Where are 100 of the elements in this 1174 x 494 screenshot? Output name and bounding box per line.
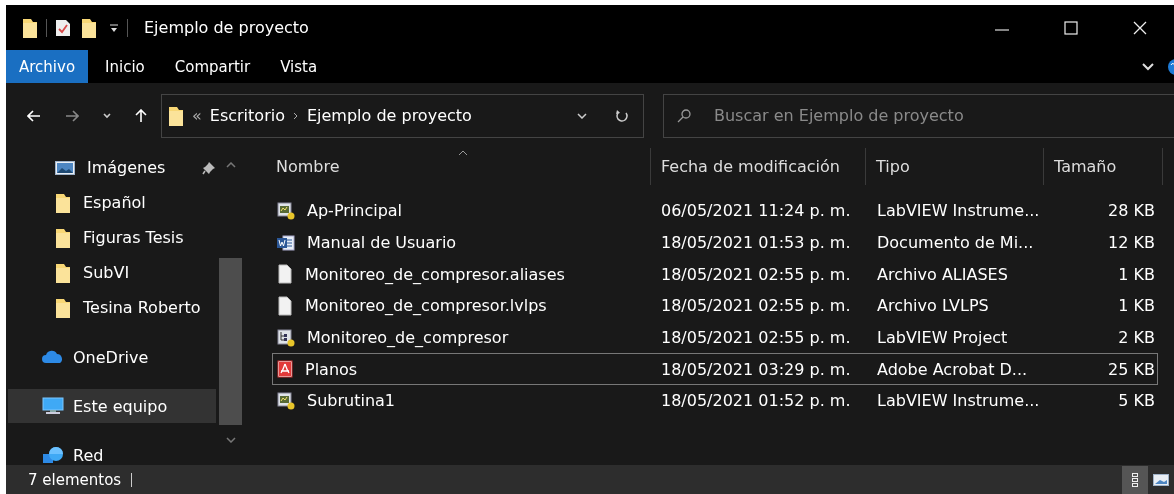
breadcrumb-item[interactable]: Ejemplo de proyecto	[306, 106, 472, 125]
details-list-icon	[1132, 472, 1138, 487]
folder-icon	[168, 104, 184, 127]
folder-icon	[55, 261, 71, 284]
file-size: 28 KB	[1107, 201, 1156, 221]
file-row[interactable]: Manual de Usuario 18/05/2021 01:53 p. m. Documento de Mi... 12 KB	[272, 226, 1158, 259]
computer-icon	[42, 397, 64, 415]
file-type: Archivo LVLPS	[876, 296, 990, 316]
close-icon[interactable]	[1133, 20, 1147, 35]
scroll-up-icon	[226, 162, 236, 168]
sidebar-item[interactable]: Tesina Roberto	[8, 290, 216, 325]
file-size: 12 KB	[1107, 233, 1156, 253]
folder-icon	[55, 226, 71, 249]
sidebar-label: OneDrive	[73, 347, 149, 367]
sidebar-item[interactable]: Este equipo	[8, 389, 216, 423]
file-name: Monitoreo_de_compresor.aliases	[305, 264, 565, 284]
column-header[interactable]: Tamaño	[1044, 148, 1163, 185]
item-count: 7 elementos	[28, 470, 122, 489]
sidebar-label: Tesina Roberto	[83, 298, 201, 317]
pdf-file-icon	[277, 360, 293, 379]
chevron-right-icon	[292, 111, 299, 120]
modified-date: 18/05/2021 01:52 p. m.	[660, 391, 852, 411]
sidebar-label: Red	[73, 445, 104, 465]
modified-date: 18/05/2021 01:53 p. m.	[660, 233, 852, 253]
details-view-button[interactable]	[1122, 465, 1148, 494]
sidebar-item[interactable]: Figuras Tesis	[8, 220, 216, 255]
back-arrow-icon[interactable]	[27, 109, 41, 122]
word-document-icon	[277, 234, 295, 251]
recent-dropdown-icon[interactable]	[103, 112, 111, 119]
folder-icon	[55, 191, 71, 214]
file-type: LabVIEW Instrume...	[876, 391, 1041, 411]
sidebar-item[interactable]: SubVI	[8, 255, 216, 290]
file-row[interactable]: Subrutina1 18/05/2021 01:52 p. m. LabVIEW Instrume... 5 KB	[272, 385, 1158, 417]
breadcrumb-item[interactable]: Escritorio	[209, 106, 285, 125]
search-icon	[677, 108, 691, 123]
blank-file-icon	[277, 264, 293, 285]
file-row[interactable]: Ap-Principal 06/05/2021 11:24 p. m. LabVIEW Instrume... 28 KB	[272, 195, 1158, 227]
sidebar-item[interactable]: Imágenes	[8, 150, 216, 185]
file-row[interactable]: Monitoreo_de_compresor 18/05/2021 02:55 p. m. LabVIEW Project 2 KB	[272, 321, 1158, 354]
folder-icon	[22, 16, 38, 39]
file-row[interactable]: Monitoreo_de_compresor.lvlps 18/05/2021 02:55 p. m. Archivo LVLPS 1 KB	[272, 290, 1158, 322]
folder-icon	[55, 296, 71, 319]
scroll-down-icon	[226, 437, 236, 443]
column-header[interactable]: Fecha de modificación	[650, 148, 866, 185]
sidebar-label: SubVI	[83, 263, 130, 282]
modified-date: 06/05/2021 11:24 p. m.	[660, 201, 852, 221]
file-size: 1 KB	[1117, 296, 1156, 316]
file-size: 1 KB	[1117, 264, 1156, 284]
blank-file-icon	[277, 295, 293, 316]
sidebar-item[interactable]: Español	[8, 185, 216, 220]
forward-arrow-icon[interactable]	[65, 109, 79, 122]
file-name: Monitoreo_de_compresor.lvlps	[305, 296, 547, 316]
file-type: LabVIEW Project	[876, 328, 1009, 348]
sidebar-item[interactable]: OneDrive	[8, 340, 216, 374]
refresh-icon[interactable]	[615, 108, 629, 123]
modified-date: 18/05/2021 03:29 p. m.	[660, 359, 852, 379]
file-type: Adobe Acrobat D...	[876, 359, 1029, 379]
sidebar-label: Imágenes	[87, 158, 166, 177]
sidebar-label: Este equipo	[73, 396, 168, 416]
file-type: Documento de Mi...	[876, 233, 1035, 253]
file-type: LabVIEW Instrume...	[876, 201, 1041, 221]
column-header[interactable]: Nombre	[266, 148, 650, 185]
file-size: 5 KB	[1117, 391, 1156, 411]
file-row[interactable]: Planos 18/05/2021 03:29 p. m. Adobe Acrobat D... 25 KB	[272, 353, 1158, 386]
ribbon-tab[interactable]: Compartir	[161, 50, 264, 83]
address-dropdown-icon[interactable]	[577, 112, 587, 119]
properties-icon	[55, 18, 71, 37]
up-arrow-icon[interactable]	[135, 108, 147, 123]
sidebar-label: Español	[83, 193, 146, 212]
modified-date: 18/05/2021 02:55 p. m.	[660, 296, 852, 316]
sidebar-item[interactable]: Red	[8, 438, 216, 465]
scrollbar-thumb[interactable]	[219, 258, 242, 425]
pictures-icon	[55, 159, 75, 176]
column-header[interactable]: Tipo	[866, 148, 1044, 185]
file-name: Subrutina1	[307, 391, 395, 411]
customize-dropdown-icon[interactable]	[109, 22, 119, 33]
modified-date: 18/05/2021 02:55 p. m.	[660, 264, 852, 284]
file-name: Ap-Principal	[307, 201, 403, 221]
maximize-icon[interactable]	[1064, 20, 1078, 35]
window-title: Ejemplo de proyecto	[144, 18, 310, 37]
network-icon	[42, 446, 64, 464]
file-type: Archivo ALIASES	[876, 264, 1009, 284]
help-icon[interactable]	[1168, 58, 1174, 75]
overflow-marker[interactable]: «	[192, 106, 202, 125]
sort-ascending-icon	[458, 150, 468, 156]
ribbon-tab[interactable]: Inicio	[92, 50, 158, 83]
search-field[interactable]: Buscar en Ejemplo de proyecto	[663, 93, 1174, 138]
file-name: Monitoreo_de_compresor	[307, 328, 509, 348]
labview-file-icon	[277, 391, 295, 410]
folder-icon	[81, 16, 97, 39]
cloud-icon	[42, 350, 64, 364]
labview-file-icon	[277, 201, 295, 220]
ribbon-tab[interactable]: Vista	[267, 50, 331, 83]
modified-date: 18/05/2021 02:55 p. m.	[660, 328, 852, 348]
file-name: Manual de Usuario	[307, 233, 457, 253]
file-row[interactable]: Monitoreo_de_compresor.aliases 18/05/2021 02:55 p. m. Archivo ALIASES 1 KB	[272, 258, 1158, 291]
file-size: 2 KB	[1117, 328, 1156, 348]
ribbon-tab[interactable]: Archivo	[6, 50, 89, 83]
chevron-down-icon[interactable]	[1142, 62, 1154, 71]
project-tree-icon	[277, 328, 295, 347]
